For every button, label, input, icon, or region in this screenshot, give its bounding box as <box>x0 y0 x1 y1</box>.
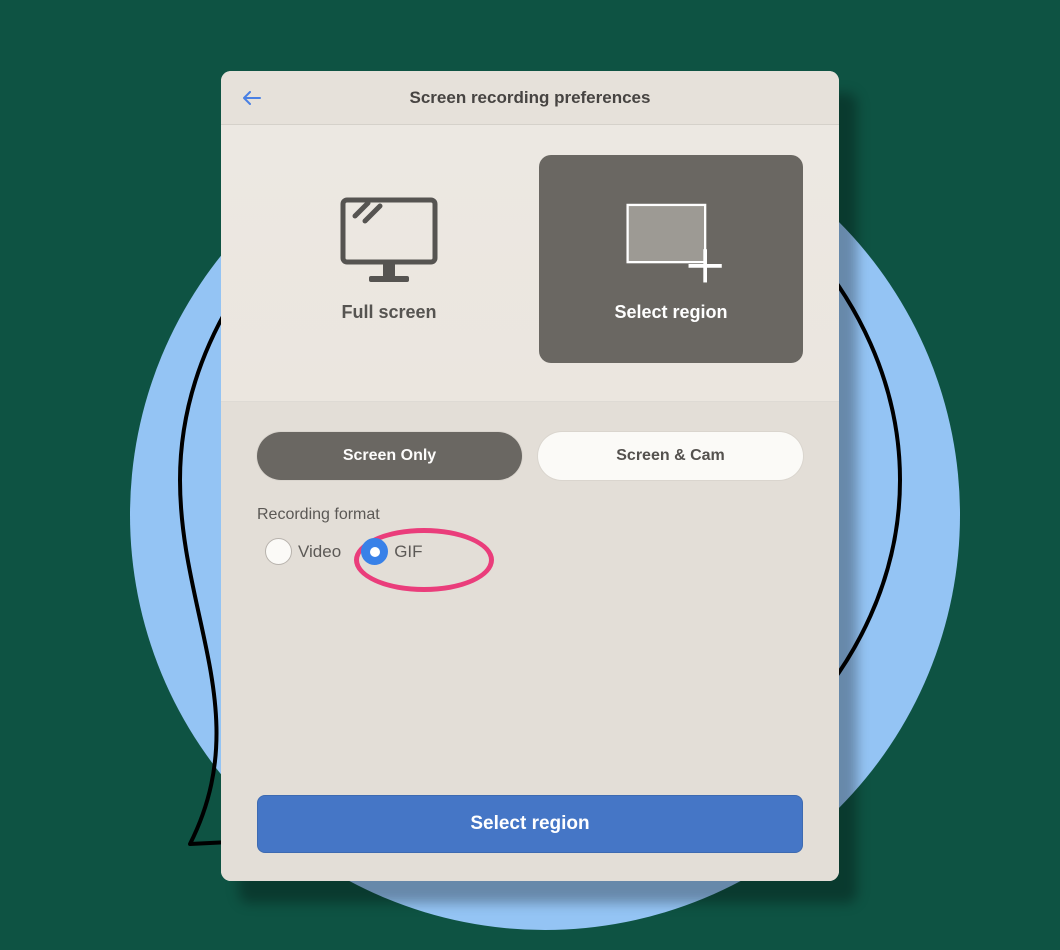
arrow-left-icon <box>243 91 261 105</box>
video-radio[interactable]: Video <box>257 534 349 569</box>
select-region-option[interactable]: Select region <box>539 155 803 363</box>
select-region-label: Select region <box>614 302 727 323</box>
dialog-header: Screen recording preferences <box>221 71 839 125</box>
recording-format-options: Video GIF <box>257 534 803 569</box>
capture-area-section: Full screen Select region <box>221 125 839 402</box>
video-radio-label: Video <box>298 542 341 562</box>
capture-area-row: Full screen Select region <box>257 155 803 363</box>
full-screen-label: Full screen <box>341 302 436 323</box>
back-button[interactable] <box>241 87 263 109</box>
screen-and-cam-button[interactable]: Screen & Cam <box>538 432 803 480</box>
region-icon <box>611 196 731 284</box>
radio-icon <box>361 538 388 565</box>
full-screen-option[interactable]: Full screen <box>257 155 521 363</box>
radio-icon <box>265 538 292 565</box>
recording-format-label: Recording format <box>257 506 803 524</box>
screen-only-button[interactable]: Screen Only <box>257 432 522 480</box>
recording-format-block: Recording format Video GIF <box>257 506 803 569</box>
spacer <box>257 569 803 795</box>
gif-radio-label: GIF <box>394 542 422 562</box>
recording-mode-toggle: Screen Only Screen & Cam <box>257 432 803 480</box>
preferences-dialog: Screen recording preferences Full screen <box>221 71 839 881</box>
monitor-icon <box>329 196 449 284</box>
select-region-button[interactable]: Select region <box>257 795 803 853</box>
gif-radio[interactable]: GIF <box>353 534 430 569</box>
lower-section: Screen Only Screen & Cam Recording forma… <box>221 402 839 881</box>
dialog-title: Screen recording preferences <box>221 88 839 108</box>
